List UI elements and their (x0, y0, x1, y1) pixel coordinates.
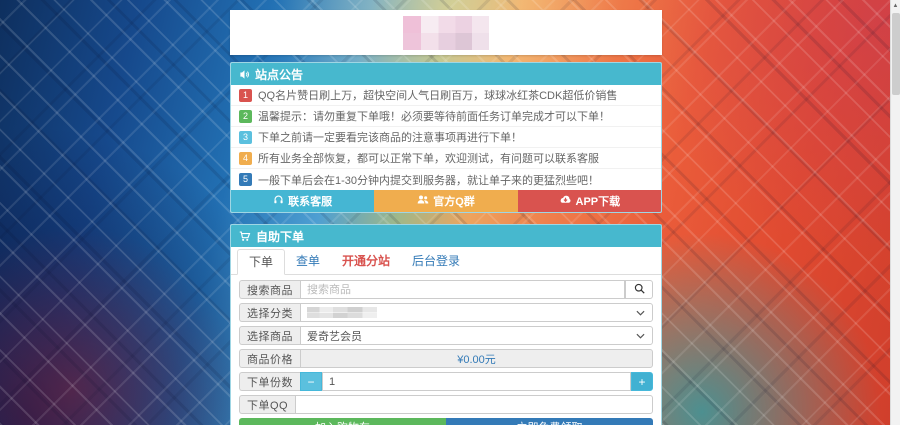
users-icon (417, 194, 429, 208)
announcement-title: 站点公告 (255, 66, 303, 83)
announcement-panel: 站点公告 1 QQ名片赞日刷上万，超快空间人气日刷百万，球球冰红茶CDK超低价销… (230, 62, 662, 213)
site-header (230, 10, 662, 55)
quantity-input[interactable] (322, 372, 631, 391)
product-selected-value: 爱奇艺会员 (307, 328, 362, 344)
order-tabs: 下单 查单 开通分站 后台登录 (231, 249, 661, 275)
action-button-row: 加入购物车 立即免费领取 (239, 418, 653, 425)
announcement-header: 站点公告 (231, 63, 661, 85)
category-group: 选择分类 (239, 303, 653, 322)
tab-check-order[interactable]: 查单 (285, 249, 331, 275)
notice-badge: 5 (239, 173, 252, 186)
scrollbar-up-arrow[interactable]: ▲ (891, 0, 900, 12)
price-label: 商品价格 (239, 349, 300, 368)
content-column: 站点公告 1 QQ名片赞日刷上万，超快空间人气日刷百万，球球冰红茶CDK超低价销… (230, 10, 662, 425)
search-button[interactable] (625, 280, 653, 299)
add-to-cart-button[interactable]: 加入购物车 (239, 418, 446, 425)
notice-text: 所有业务全部恢复，都可以正常下单，欢迎测试，有问题可以联系客服 (258, 150, 599, 166)
tab-admin-login[interactable]: 后台登录 (401, 249, 471, 275)
notice-item: 2 温馨提示：请勿重复下单哦！必须要等待前面任务订单完成才可以下单！ (231, 106, 661, 127)
headset-icon (273, 194, 284, 208)
cart-icon (239, 231, 251, 242)
search-product-group: 搜索商品 (239, 280, 653, 299)
notice-item: 5 一般下单后会在1-30分钟内提交到服务器，就让单子来的更猛烈些吧！ (231, 169, 661, 190)
notice-badge: 4 (239, 152, 252, 165)
order-panel-title: 自助下单 (256, 228, 304, 245)
chevron-down-icon (636, 307, 645, 319)
price-group: 商品价格 ¥0.00元 (239, 349, 653, 368)
tab-open-branch[interactable]: 开通分站 (331, 249, 401, 275)
quantity-plus-button[interactable]: + (631, 372, 653, 391)
app-download-label: APP下载 (576, 193, 621, 209)
order-panel-header: 自助下单 (231, 225, 661, 247)
app-download-button[interactable]: APP下载 (518, 190, 661, 212)
qq-label: 下单QQ (239, 395, 295, 414)
tab-place-order[interactable]: 下单 (237, 249, 285, 275)
quantity-minus-button[interactable]: − (300, 372, 322, 391)
notice-text: 一般下单后会在1-30分钟内提交到服务器，就让单子来的更猛烈些吧！ (258, 172, 599, 188)
notice-item: 4 所有业务全部恢复，都可以正常下单，欢迎测试，有问题可以联系客服 (231, 148, 661, 169)
qq-group: 下单QQ (239, 395, 653, 414)
notice-text: 下单之前请一定要看完该商品的注意事项再进行下单！ (258, 129, 522, 145)
search-product-label: 搜索商品 (239, 280, 300, 299)
category-select[interactable] (300, 303, 653, 322)
notice-badge: 3 (239, 131, 252, 144)
notice-text: QQ名片赞日刷上万，超快空间人气日刷百万，球球冰红茶CDK超低价销售 (258, 87, 617, 103)
quantity-group: 下单份数 − + (239, 372, 653, 391)
notice-item: 3 下单之前请一定要看完该商品的注意事项再进行下单！ (231, 127, 661, 148)
free-claim-button[interactable]: 立即免费领取 (446, 418, 653, 425)
category-label: 选择分类 (239, 303, 300, 322)
chevron-down-icon (636, 330, 645, 342)
price-value: ¥0.00元 (300, 349, 653, 368)
order-form: 搜索商品 选择分类 选择商品 (231, 275, 661, 425)
qq-input[interactable] (295, 395, 653, 414)
notice-badge: 2 (239, 110, 252, 123)
product-select[interactable]: 爱奇艺会员 (300, 326, 653, 345)
contact-service-button[interactable]: 联系客服 (231, 190, 374, 212)
order-panel: 自助下单 下单 查单 开通分站 后台登录 搜索商品 选择分类 (230, 224, 662, 425)
speaker-icon (239, 69, 250, 80)
notice-text: 温馨提示：请勿重复下单哦！必须要等待前面任务订单完成才可以下单！ (258, 108, 610, 124)
site-logo[interactable] (403, 16, 489, 50)
official-qq-group-button[interactable]: 官方Q群 (374, 190, 517, 212)
cloud-download-icon (559, 194, 572, 208)
product-group: 选择商品 爱奇艺会员 (239, 326, 653, 345)
product-label: 选择商品 (239, 326, 300, 345)
category-value-censored (307, 307, 377, 318)
search-product-input[interactable] (300, 280, 625, 299)
notice-item: 1 QQ名片赞日刷上万，超快空间人气日刷百万，球球冰红茶CDK超低价销售 (231, 85, 661, 106)
scrollbar-thumb[interactable] (892, 13, 900, 95)
contact-service-label: 联系客服 (288, 193, 332, 209)
quantity-label: 下单份数 (239, 372, 300, 391)
magnifier-icon (634, 282, 645, 297)
official-qq-group-label: 官方Q群 (433, 193, 475, 209)
browser-scrollbar[interactable]: ▲ (890, 0, 900, 425)
contact-button-row: 联系客服 官方Q群 APP下载 (231, 190, 661, 212)
notice-badge: 1 (239, 89, 252, 102)
